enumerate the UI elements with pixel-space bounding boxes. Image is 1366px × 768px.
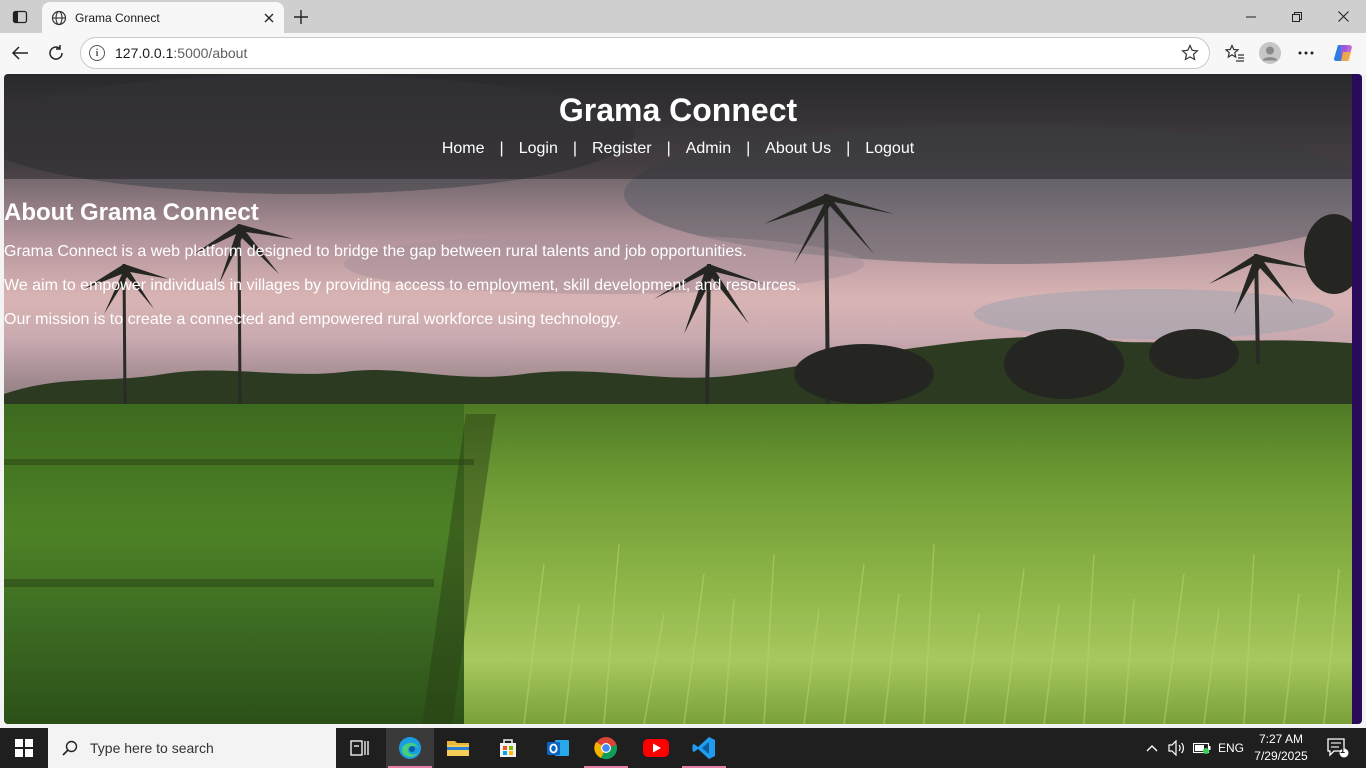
restore-icon	[1292, 11, 1302, 22]
show-hidden-icons-button[interactable]	[1142, 728, 1162, 768]
globe-icon	[51, 10, 67, 25]
tab-actions-button[interactable]	[8, 5, 32, 29]
taskbar-outlook[interactable]	[534, 728, 582, 768]
minimize-button[interactable]	[1228, 0, 1274, 33]
address-bar[interactable]: i 127.0.0.1:5000/about	[80, 37, 1210, 69]
site-info-icon[interactable]: i	[89, 45, 105, 61]
copilot-button[interactable]	[1329, 39, 1357, 67]
favorites-button[interactable]	[1221, 39, 1249, 67]
new-tab-button[interactable]	[289, 5, 313, 29]
store-icon	[500, 739, 516, 757]
profile-button[interactable]	[1256, 39, 1284, 67]
nav-separator: |	[666, 140, 671, 157]
arrow-left-icon	[11, 46, 28, 60]
main-nav: Home | Login | Register | Admin | About …	[4, 140, 1352, 158]
battery-network-button[interactable]	[1190, 728, 1214, 768]
more-icon	[1298, 51, 1314, 55]
close-window-button[interactable]	[1320, 0, 1366, 33]
taskbar: Type here to search ENG 7:27 AM 7/29/202…	[0, 728, 1366, 768]
battery-icon	[1193, 742, 1211, 754]
url-host: 127.0.0.1	[115, 45, 174, 61]
nav-separator: |	[572, 140, 577, 157]
about-heading: About Grama Connect	[4, 199, 259, 226]
volume-button[interactable]	[1166, 728, 1188, 768]
language-indicator[interactable]: ENG	[1216, 728, 1246, 768]
copilot-icon	[1334, 45, 1352, 61]
page-scrollbar[interactable]	[1352, 74, 1362, 724]
task-view-button[interactable]	[336, 728, 384, 768]
nav-login-link[interactable]: Login	[519, 140, 558, 158]
favorite-button[interactable]	[1175, 38, 1205, 68]
plus-icon	[294, 10, 308, 24]
folder-icon	[447, 741, 469, 756]
taskbar-vscode[interactable]	[680, 728, 728, 768]
notifications-button[interactable]: 1	[1318, 728, 1358, 768]
taskbar-edge[interactable]	[386, 728, 434, 768]
about-paragraph-1: Grama Connect is a web platform designed…	[4, 243, 747, 260]
search-placeholder: Type here to search	[90, 740, 214, 756]
url-path: :5000/about	[173, 45, 248, 61]
speaker-icon	[1168, 740, 1184, 756]
nav-logout-link[interactable]: Logout	[865, 140, 914, 158]
tab-title: Grama Connect	[75, 10, 160, 25]
clock-time: 7:27 AM	[1258, 732, 1304, 746]
about-paragraph-2: We aim to empower individuals in village…	[4, 277, 801, 294]
nav-register-link[interactable]: Register	[592, 140, 652, 158]
close-icon	[1337, 11, 1349, 22]
clock[interactable]: 7:27 AM 7/29/2025	[1248, 731, 1314, 765]
browser-toolbar: i 127.0.0.1:5000/about	[0, 33, 1366, 74]
taskbar-search-box[interactable]: Type here to search	[48, 728, 336, 768]
nav-separator: |	[746, 140, 751, 157]
edge-icon	[399, 737, 421, 759]
chevron-up-icon	[1146, 745, 1158, 752]
taskbar-store[interactable]	[484, 728, 532, 768]
about-section: About Grama Connect Grama Connect is a w…	[4, 199, 801, 345]
page-viewport: Grama Connect Home | Login | Register | …	[4, 74, 1362, 724]
restore-button[interactable]	[1274, 0, 1320, 33]
vscode-icon	[692, 737, 715, 759]
back-button[interactable]	[6, 39, 34, 67]
search-icon	[62, 740, 78, 756]
outlook-icon	[547, 740, 569, 756]
notification-count: 1	[1340, 745, 1346, 755]
chrome-icon	[594, 737, 617, 760]
taskbar-youtube[interactable]	[632, 728, 680, 768]
youtube-icon	[643, 739, 669, 757]
avatar-icon	[1259, 42, 1281, 64]
active-tab[interactable]: Grama Connect	[42, 2, 284, 33]
tab-close-button[interactable]	[256, 5, 282, 31]
minimize-icon	[1246, 16, 1256, 17]
star-icon	[1181, 44, 1199, 61]
about-paragraph-3: Our mission is to create a connected and…	[4, 311, 621, 328]
windows-logo-icon	[15, 739, 33, 757]
nav-separator: |	[846, 140, 851, 157]
site-title: Grama Connect	[558, 92, 798, 128]
taskbar-chrome[interactable]	[582, 728, 630, 768]
nav-about-link[interactable]: About Us	[765, 140, 831, 158]
settings-more-button[interactable]	[1292, 39, 1320, 67]
refresh-button[interactable]	[42, 39, 70, 67]
refresh-icon	[49, 45, 63, 60]
nav-home-link[interactable]: Home	[442, 140, 485, 158]
tab-strip: Grama Connect	[0, 0, 1366, 33]
url-text[interactable]: 127.0.0.1:5000/about	[115, 45, 1175, 61]
clock-date: 7/29/2025	[1254, 749, 1308, 763]
start-button[interactable]	[0, 728, 48, 768]
favorites-star-list-icon	[1225, 44, 1244, 62]
taskbar-file-explorer[interactable]	[434, 728, 482, 768]
task-view-icon	[350, 740, 369, 756]
close-icon	[264, 13, 274, 22]
nav-admin-link[interactable]: Admin	[686, 140, 731, 158]
site-header: Grama Connect Home | Login | Register | …	[4, 74, 1352, 179]
notification-icon	[1327, 738, 1349, 758]
tab-actions-icon	[12, 10, 28, 24]
nav-separator: |	[499, 140, 504, 157]
